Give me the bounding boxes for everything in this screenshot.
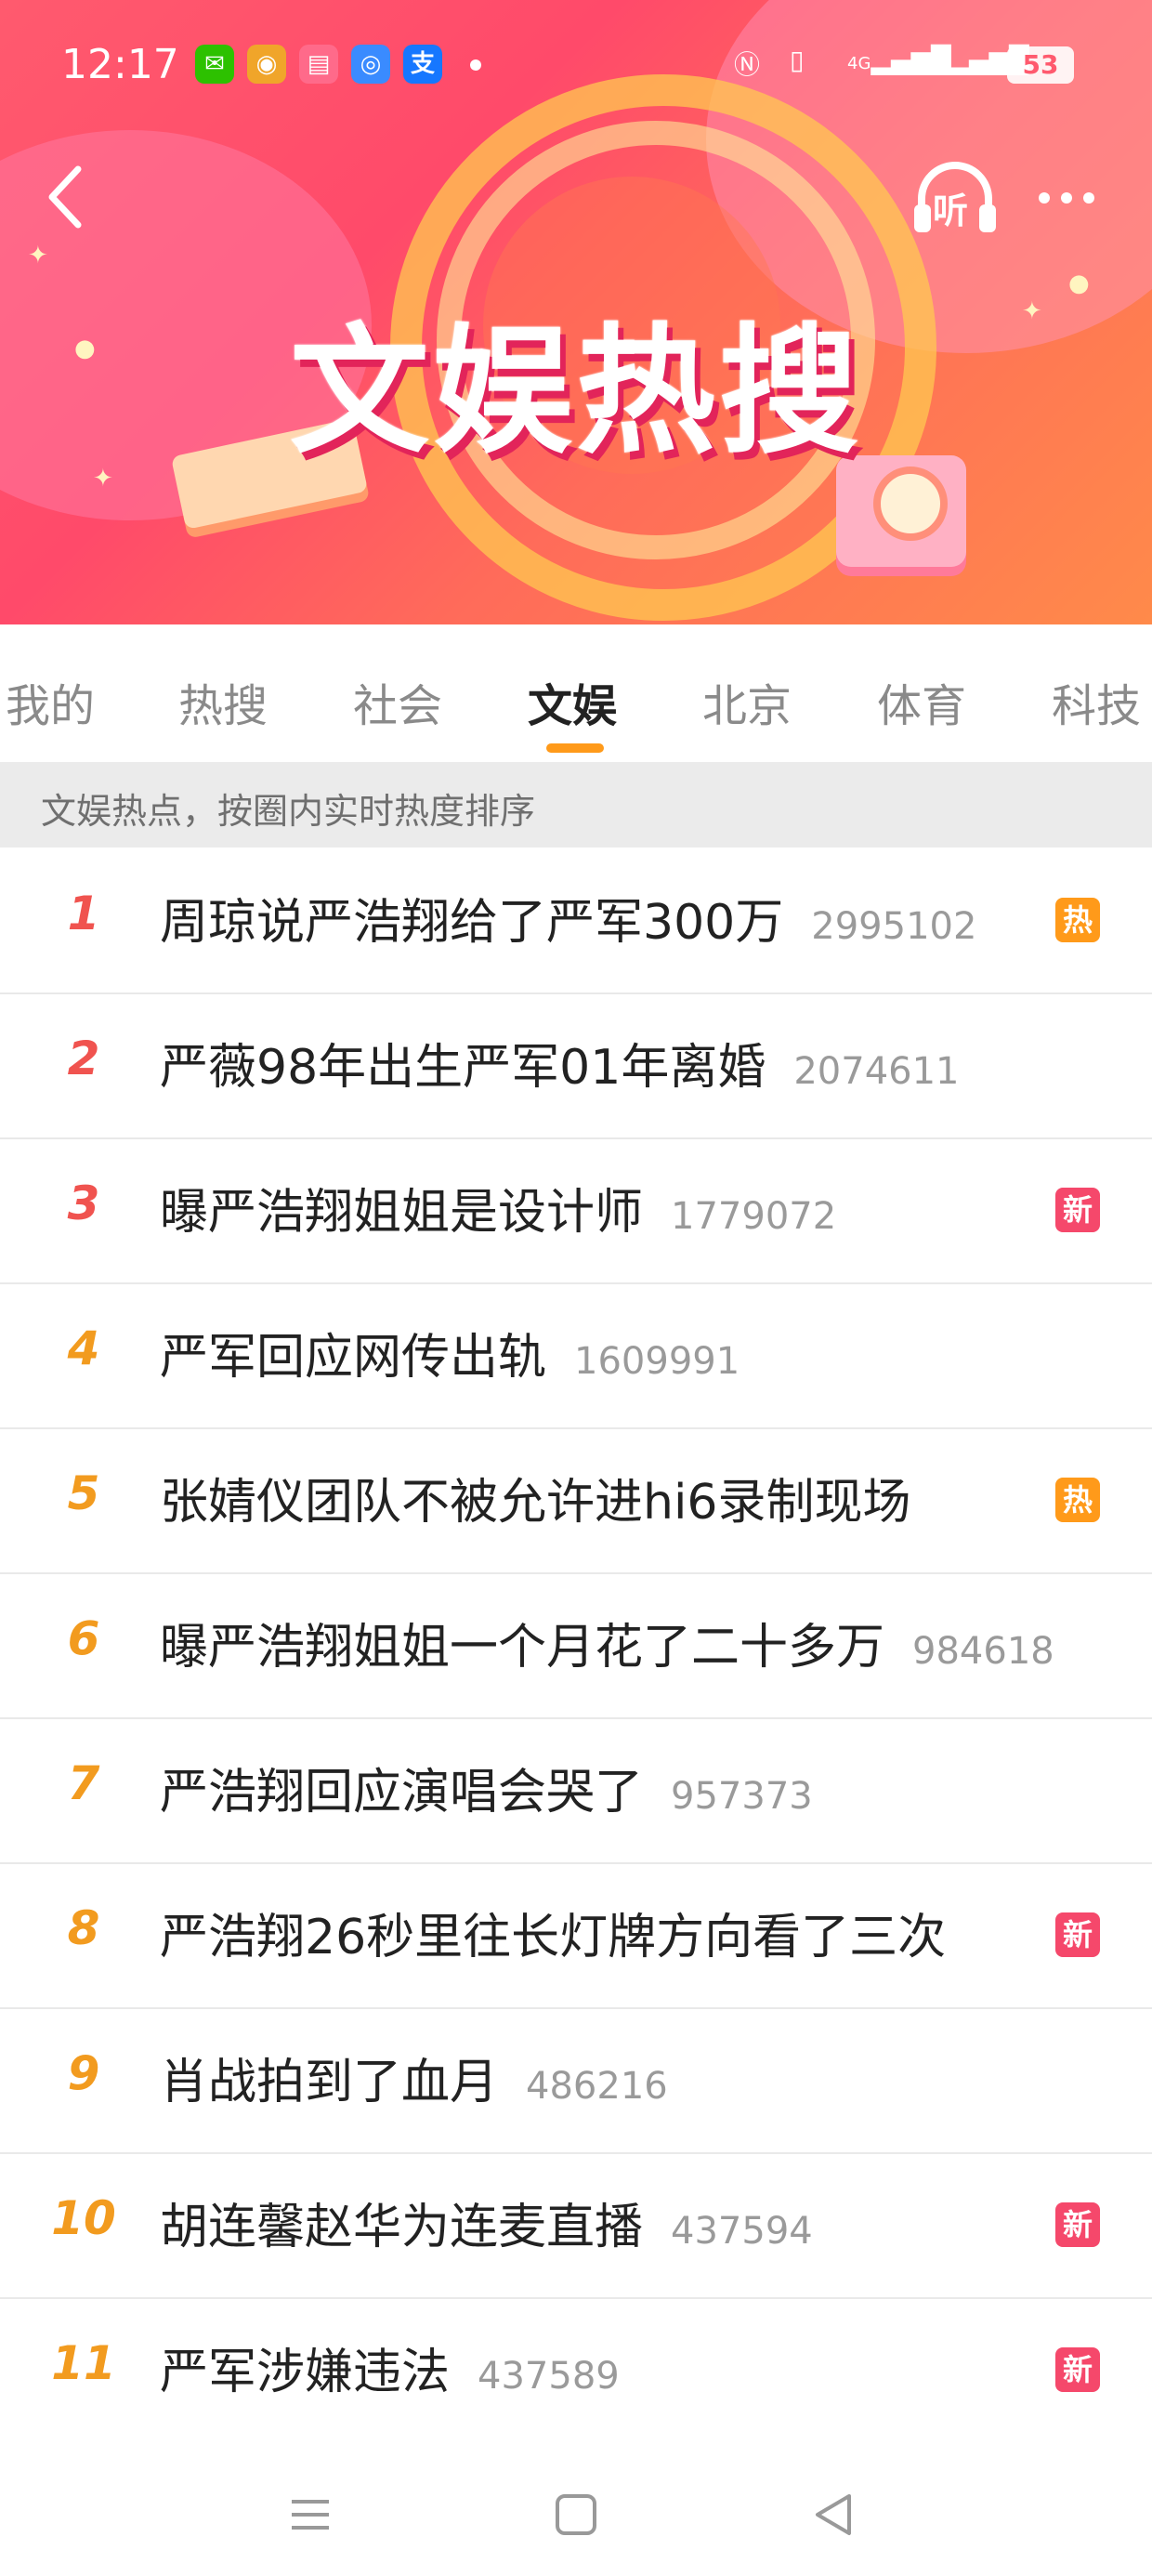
more-dot-icon xyxy=(1061,192,1072,204)
rank-number: 2 xyxy=(67,1032,100,1085)
list-item[interactable]: 10 胡连馨赵华为连麦直播 437594 新 xyxy=(0,2152,1152,2299)
heat-count: 1779072 xyxy=(671,1195,837,1238)
item-title-text: 曝严浩翔姐姐是设计师 xyxy=(160,1185,644,1241)
item-title-text: 严浩翔回应演唱会哭了 xyxy=(160,1765,644,1820)
heat-count: 437594 xyxy=(671,2210,813,2253)
baidu-map-icon: ◎ xyxy=(351,45,390,84)
vibrate-icon: ▯ xyxy=(790,45,805,75)
status-time: 12:17 xyxy=(61,41,179,88)
item-title-text: 张婧仪团队不被允许进hi6录制现场 xyxy=(160,1475,911,1531)
tab-hot[interactable]: 热搜 xyxy=(178,669,268,734)
header-banner: ✦ ● ✦ ✦ ● 12:17 ✉ ◉ ▤ ◎ 支 Ⓝ ▯ 4G▂▄▆█ 4G▂… xyxy=(0,0,1152,624)
item-title: 周琼说严浩翔给了严军300万 2995102 xyxy=(160,883,976,953)
rank-number: 6 xyxy=(67,1611,100,1665)
more-options-button[interactable] xyxy=(1033,182,1104,214)
list-item[interactable]: 8 严浩翔26秒里往长灯牌方向看了三次 新 xyxy=(0,1862,1152,2009)
item-title-text: 曝严浩翔姐姐一个月花了二十多万 xyxy=(160,1620,885,1676)
category-tabs: 我的 热搜 社会 文娱 北京 体育 科技 xyxy=(0,624,1152,762)
menu-icon[interactable] xyxy=(286,2491,334,2539)
list-item[interactable]: 7 严浩翔回应演唱会哭了 957373 xyxy=(0,1717,1152,1864)
nfc-icon: Ⓝ xyxy=(734,49,761,80)
item-title: 张婧仪团队不被允许进hi6录制现场 xyxy=(160,1463,911,1532)
tab-sports[interactable]: 体育 xyxy=(877,669,966,734)
list-item[interactable]: 3 曝严浩翔姐姐是设计师 1779072 新 xyxy=(0,1137,1152,1284)
system-nav-bar xyxy=(0,2453,1152,2576)
rank-number: 3 xyxy=(67,1176,100,1230)
heat-count: 2074611 xyxy=(793,1050,960,1093)
item-title: 曝严浩翔姐姐是设计师 1779072 xyxy=(160,1173,836,1242)
wechat-icon: ✉ xyxy=(195,45,234,84)
item-title-text: 严薇98年出生严军01年离婚 xyxy=(160,1040,766,1096)
item-title-text: 肖战拍到了血月 xyxy=(160,2055,499,2110)
list-item[interactable]: 5 张婧仪团队不被允许进hi6录制现场 热 xyxy=(0,1427,1152,1574)
rank-number: 10 xyxy=(51,2191,116,2245)
listen-button[interactable]: 听 xyxy=(909,156,1001,240)
sparkle-icon: ✦ xyxy=(28,242,48,269)
list-item[interactable]: 9 肖战拍到了血月 486216 xyxy=(0,2007,1152,2154)
item-title: 严浩翔26秒里往长灯牌方向看了三次 xyxy=(160,1898,946,1967)
tab-society[interactable]: 社会 xyxy=(353,669,442,734)
tab-beijing[interactable]: 北京 xyxy=(702,669,792,734)
list-subheading: 文娱热点，按圈内实时热度排序 xyxy=(0,762,1152,848)
item-title-text: 严军涉嫌违法 xyxy=(160,2345,451,2400)
heat-count: 984618 xyxy=(912,1630,1054,1673)
subheading-text: 文娱热点，按圈内实时热度排序 xyxy=(41,791,536,832)
item-title: 严军回应网传出轨 1609991 xyxy=(160,1318,740,1387)
rank-number: 1 xyxy=(67,887,100,940)
back-triangle-icon[interactable] xyxy=(810,2491,858,2539)
weibo-intl-icon: ▤ xyxy=(299,45,338,84)
weibo-icon: ◉ xyxy=(247,45,286,84)
item-title: 曝严浩翔姐姐一个月花了二十多万 984618 xyxy=(160,1608,1054,1677)
alipay-icon: 支 xyxy=(403,45,442,84)
item-title-text: 周琼说严浩翔给了严军300万 xyxy=(160,895,784,951)
heat-count: 957373 xyxy=(671,1775,813,1818)
tab-entertainment[interactable]: 文娱 xyxy=(528,669,617,734)
new-badge: 新 xyxy=(1055,1188,1100,1232)
item-title: 胡连馨赵华为连麦直播 437594 xyxy=(160,2188,813,2257)
rank-number: 9 xyxy=(67,2046,100,2100)
active-tab-indicator xyxy=(546,743,604,753)
battery-icon: 53 xyxy=(1007,46,1074,84)
new-badge: 新 xyxy=(1055,2202,1100,2247)
list-item[interactable]: 2 严薇98年出生严军01年离婚 2074611 xyxy=(0,992,1152,1139)
new-badge: 新 xyxy=(1055,1912,1100,1957)
status-bar: 12:17 ✉ ◉ ▤ ◎ 支 Ⓝ ▯ 4G▂▄▆█ 4G▂▄▆█ 53 xyxy=(0,28,1152,106)
listen-label: 听 xyxy=(933,191,969,231)
banner-title: 文娱热搜 xyxy=(289,311,862,473)
list-item[interactable]: 6 曝严浩翔姐姐一个月花了二十多万 984618 xyxy=(0,1572,1152,1719)
item-title: 严浩翔回应演唱会哭了 957373 xyxy=(160,1753,813,1822)
list-item[interactable]: 11 严军涉嫌违法 437589 新 xyxy=(0,2297,1152,2442)
tab-tech[interactable]: 科技 xyxy=(1052,669,1141,734)
item-title-text: 严军回应网传出轨 xyxy=(160,1330,547,1386)
item-title: 严军涉嫌违法 437589 xyxy=(160,2333,620,2402)
heat-count: 1609991 xyxy=(574,1340,740,1383)
network-label: 4G xyxy=(925,54,949,73)
item-title-text: 胡连馨赵华为连麦直播 xyxy=(160,2200,644,2255)
heat-count: 437589 xyxy=(478,2355,620,2398)
list-item[interactable]: 4 严军回应网传出轨 1609991 xyxy=(0,1282,1152,1429)
list-item[interactable]: 1 周琼说严浩翔给了严军300万 2995102 热 xyxy=(0,848,1152,994)
rank-number: 7 xyxy=(67,1756,100,1810)
heat-count: 2995102 xyxy=(811,905,977,948)
rank-number: 4 xyxy=(67,1321,100,1375)
home-icon[interactable] xyxy=(552,2491,600,2539)
tab-mine[interactable]: 我的 xyxy=(6,669,95,734)
back-arrow-icon[interactable] xyxy=(41,160,97,234)
item-title: 肖战拍到了血月 486216 xyxy=(160,2043,668,2112)
notification-dot-icon xyxy=(470,59,481,71)
network-label: 4G xyxy=(847,54,871,73)
rank-number: 8 xyxy=(67,1901,100,1955)
heat-count: 486216 xyxy=(526,2065,668,2108)
rank-number: 11 xyxy=(51,2336,116,2390)
item-title-text: 严浩翔26秒里往长灯牌方向看了三次 xyxy=(160,1910,947,1965)
new-badge: 新 xyxy=(1055,2347,1100,2392)
more-dot-icon xyxy=(1039,192,1050,204)
hot-badge: 热 xyxy=(1055,1478,1100,1522)
hot-badge: 热 xyxy=(1055,898,1100,942)
item-title: 严薇98年出生严军01年离婚 2074611 xyxy=(160,1028,960,1097)
more-dot-icon xyxy=(1083,192,1094,204)
rank-number: 5 xyxy=(67,1466,100,1520)
